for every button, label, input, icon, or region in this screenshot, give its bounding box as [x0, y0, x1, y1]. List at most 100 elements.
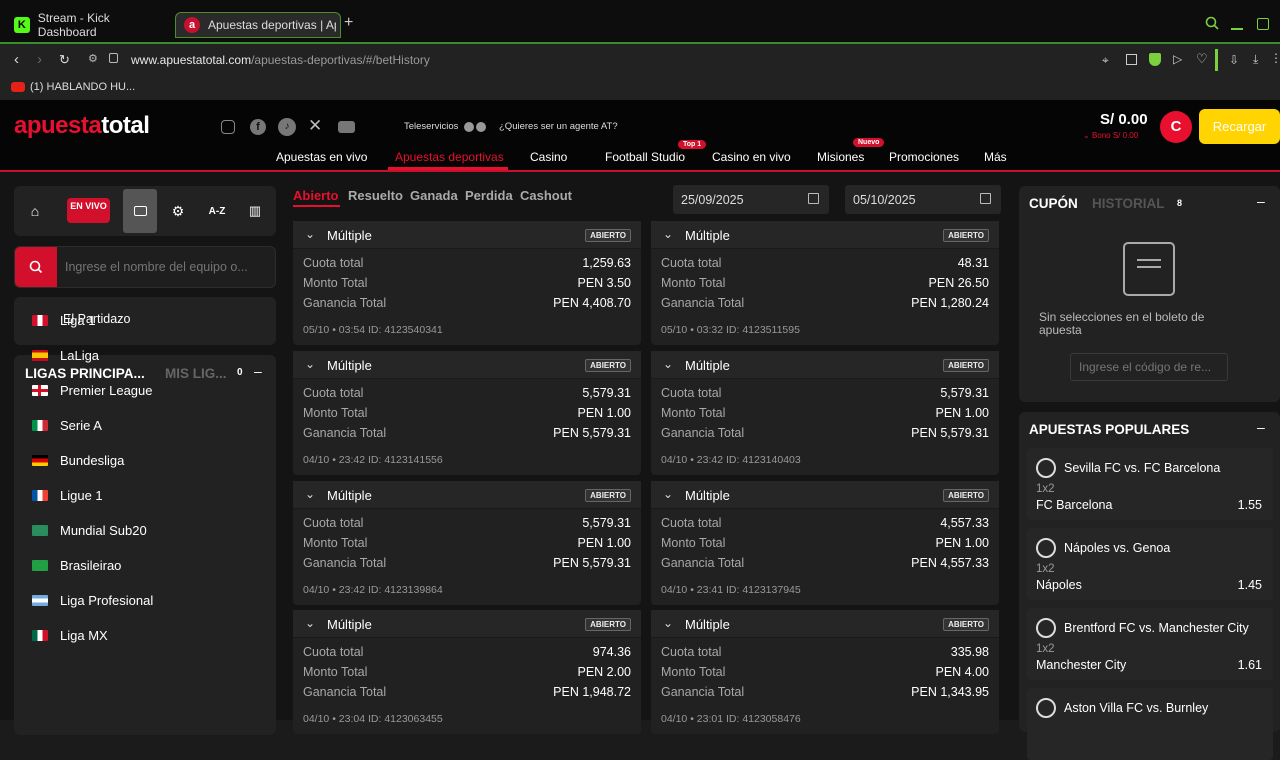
- league-item[interactable]: LaLiga: [32, 345, 99, 365]
- download-icon[interactable]: ⤓: [1253, 52, 1258, 67]
- date-to-field[interactable]: 05/10/2025: [845, 185, 1001, 214]
- site-settings-icon[interactable]: ⚙: [88, 52, 98, 65]
- league-item[interactable]: Liga MX: [32, 625, 108, 645]
- bet-card[interactable]: ⌄ Múltiple ABIERTO Cuota total 48.31 Monto To…: [651, 221, 999, 345]
- bet-card[interactable]: ⌄ Múltiple ABIERTO Cuota total 5,579.31 Monto…: [293, 351, 641, 475]
- league-item[interactable]: Ligue 1: [32, 485, 103, 505]
- nav-football-studio[interactable]: Football Studio: [605, 150, 685, 164]
- chevron-down-icon[interactable]: ⌄: [663, 227, 673, 241]
- heart-icon[interactable]: ♡: [1196, 51, 1208, 67]
- bet-card[interactable]: ⌄ Múltiple ABIERTO Cuota total 1,259.63 Monto…: [293, 221, 641, 345]
- browser-tab-kick[interactable]: K Stream - Kick Dashboard: [6, 11, 170, 39]
- nav-apuestas-deportivas[interactable]: Apuestas deportivas: [395, 150, 504, 164]
- new-tab-button[interactable]: +: [344, 14, 353, 32]
- chevron-down-icon[interactable]: ⌄: [663, 357, 673, 371]
- menu-icon[interactable]: ⋮: [1270, 51, 1280, 65]
- bet-card-header[interactable]: ⌄ Múltiple ABIERTO: [651, 221, 999, 249]
- x-icon[interactable]: ✕: [308, 116, 322, 136]
- popular-pick[interactable]: FC Barcelona: [1036, 498, 1112, 512]
- popular-bet-card[interactable]: Brentford FC vs. Manchester City 1x2 Manch…: [1027, 608, 1273, 680]
- filter-abierto[interactable]: Abierto: [293, 188, 339, 203]
- site-logo[interactable]: apuestatotal: [14, 112, 150, 140]
- collapse-icon[interactable]: –: [1257, 419, 1265, 435]
- tiktok-icon[interactable]: ♪: [278, 118, 296, 136]
- bet-card[interactable]: ⌄ Múltiple ABIERTO Cuota total 335.98 Monto T…: [651, 610, 999, 734]
- nav-promociones[interactable]: Promociones: [889, 150, 959, 164]
- league-item[interactable]: Bundesliga: [32, 450, 124, 470]
- bet-card[interactable]: ⌄ Múltiple ABIERTO Cuota total 5,579.31 Monto…: [651, 351, 999, 475]
- coupon-tab[interactable]: CUPÓN: [1029, 196, 1078, 211]
- pin-icon[interactable]: ⌖: [1102, 53, 1109, 68]
- reload-icon[interactable]: ↻: [59, 52, 70, 68]
- bet-card-header[interactable]: ⌄ Múltiple ABIERTO: [293, 221, 641, 249]
- browser-tab-apuesta[interactable]: a Apuestas deportivas | Ap: [175, 12, 341, 38]
- play-icon[interactable]: ▷: [1173, 52, 1182, 66]
- search-button[interactable]: [15, 247, 57, 287]
- filter-perdida[interactable]: Perdida: [465, 188, 513, 203]
- chevron-down-icon[interactable]: ⌄: [663, 487, 673, 501]
- popular-bet-card[interactable]: Sevilla FC vs. FC Barcelona 1x2 FC Barcelo…: [1027, 448, 1273, 520]
- popular-pick[interactable]: Manchester City: [1036, 658, 1126, 672]
- filter-ganada[interactable]: Ganada: [410, 188, 458, 203]
- bet-card-header[interactable]: ⌄ Múltiple ABIERTO: [651, 610, 999, 638]
- nav-casino-en-vivo[interactable]: Casino en vivo: [712, 150, 791, 164]
- popular-odd[interactable]: 1.61: [1238, 658, 1262, 672]
- bet-card-header[interactable]: ⌄ Múltiple ABIERTO: [651, 351, 999, 379]
- url-field[interactable]: www.apuestatotal.com/apuestas-deportivas…: [131, 53, 430, 67]
- chevron-down-icon[interactable]: ⌄: [305, 357, 315, 371]
- bet-card[interactable]: ⌄ Múltiple ABIERTO Cuota total 974.36 Monto T…: [293, 610, 641, 734]
- collapse-icon[interactable]: –: [1257, 193, 1265, 209]
- nav-apuestas-en-vivo[interactable]: Apuestas en vivo: [276, 150, 367, 164]
- az-sort-button[interactable]: A-Z: [200, 189, 234, 233]
- screenshot-icon[interactable]: [1126, 54, 1137, 65]
- instagram-icon[interactable]: [221, 120, 235, 134]
- nav-casino[interactable]: Casino: [530, 150, 567, 164]
- bet-card[interactable]: ⌄ Múltiple ABIERTO Cuota total 4,557.33 Monto…: [651, 481, 999, 605]
- bet-card-header[interactable]: ⌄ Múltiple ABIERTO: [293, 610, 641, 638]
- league-item[interactable]: Brasileirao: [32, 555, 121, 575]
- settings-icon[interactable]: ⚙: [161, 189, 195, 233]
- league-item[interactable]: Premier League: [32, 380, 153, 400]
- chevron-down-icon[interactable]: ⌄: [305, 487, 315, 501]
- league-item[interactable]: Liga 1: [32, 310, 95, 330]
- filter-cashout[interactable]: Cashout: [520, 188, 572, 203]
- en-vivo-button[interactable]: EN VIVO: [67, 198, 110, 223]
- mis-ligas-tab[interactable]: MIS LIG...: [165, 366, 227, 381]
- agent-link[interactable]: ¿Quieres ser un agente AT?: [499, 121, 618, 132]
- nav-mas[interactable]: Más: [984, 150, 1007, 164]
- popular-bet-card[interactable]: Nápoles vs. Genoa 1x2 Nápoles 1.45: [1027, 528, 1273, 600]
- chevron-down-icon[interactable]: ⌄: [305, 227, 315, 241]
- search-icon[interactable]: [1205, 16, 1219, 30]
- date-from-field[interactable]: 25/09/2025: [673, 185, 829, 214]
- minimize-icon[interactable]: [1231, 28, 1243, 30]
- bet-card-header[interactable]: ⌄ Múltiple ABIERTO: [293, 481, 641, 509]
- bookmark-item[interactable]: (1) HABLANDO HU...: [30, 81, 135, 93]
- restore-icon[interactable]: [1257, 18, 1269, 30]
- forward-icon[interactable]: ›: [37, 51, 42, 68]
- home-icon[interactable]: ⌂: [18, 189, 52, 233]
- profile-icon[interactable]: ⇩: [1229, 53, 1239, 67]
- popular-odd[interactable]: 1.45: [1238, 578, 1262, 592]
- popular-odd[interactable]: 1.55: [1238, 498, 1262, 512]
- facebook-icon[interactable]: f: [250, 119, 266, 135]
- popular-pick[interactable]: Nápoles: [1036, 578, 1082, 592]
- filter-resuelto[interactable]: Resuelto: [348, 188, 403, 203]
- chevron-down-icon[interactable]: ⌄: [663, 616, 673, 630]
- betslip-tab-button[interactable]: [123, 189, 157, 233]
- bet-card[interactable]: ⌄ Múltiple ABIERTO Cuota total 5,579.31 Monto…: [293, 481, 641, 605]
- ligas-principales-tab[interactable]: LIGAS PRINCIPA...: [25, 366, 145, 381]
- teleservicios-link[interactable]: Teleservicios: [404, 121, 458, 132]
- historial-tab[interactable]: HISTORIAL: [1092, 196, 1165, 211]
- avatar[interactable]: C: [1160, 111, 1192, 143]
- team-search-input[interactable]: [65, 255, 270, 279]
- shield-icon[interactable]: [1149, 53, 1161, 66]
- back-icon[interactable]: ‹: [14, 51, 19, 68]
- collapse-icon[interactable]: –: [254, 363, 262, 379]
- league-item[interactable]: Serie A: [32, 415, 102, 435]
- chevron-down-icon[interactable]: ⌄: [305, 616, 315, 630]
- bet-card-header[interactable]: ⌄ Múltiple ABIERTO: [293, 351, 641, 379]
- youtube-icon[interactable]: [338, 121, 355, 133]
- league-item[interactable]: Liga Profesional: [32, 590, 153, 610]
- popular-bet-card[interactable]: Aston Villa FC vs. Burnley: [1027, 688, 1273, 760]
- bet-card-header[interactable]: ⌄ Múltiple ABIERTO: [651, 481, 999, 509]
